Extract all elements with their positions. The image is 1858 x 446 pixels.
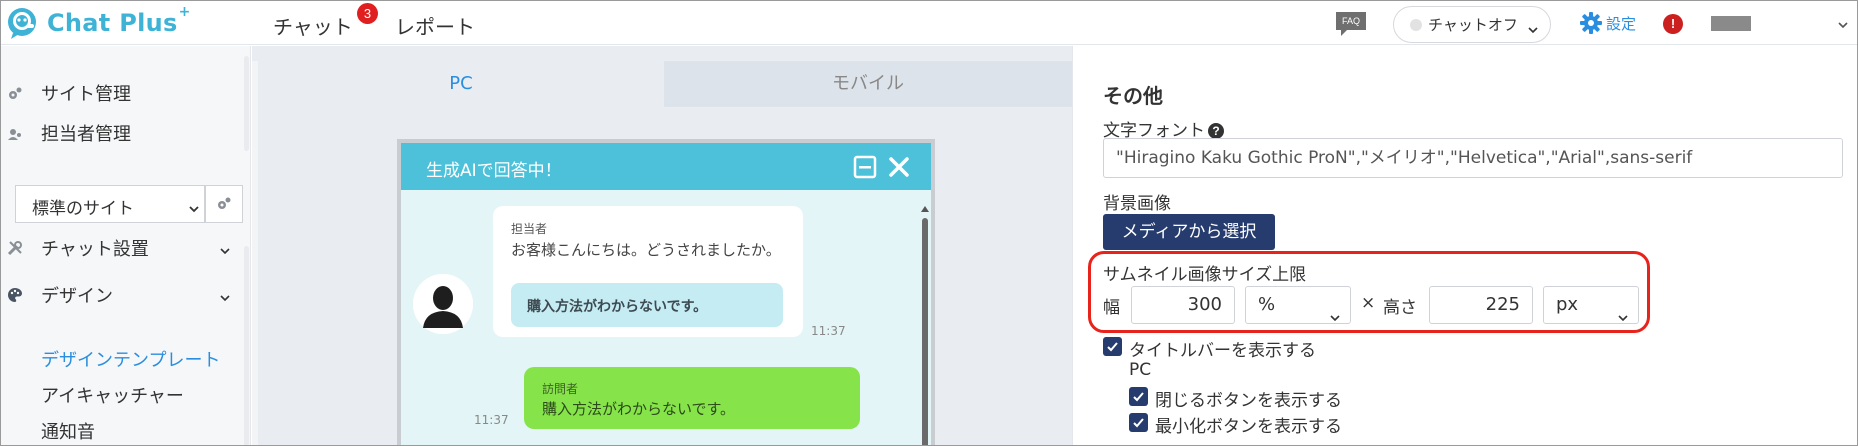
height-unit-value: px — [1556, 294, 1579, 315]
site-settings-button[interactable] — [205, 185, 243, 223]
settings-label: 設定 — [1606, 14, 1637, 33]
agent-name: 担当者 — [511, 222, 548, 236]
sidebar-item-chat-setup[interactable]: チャット設置 — [1, 231, 247, 265]
sidebar-item-site-manage[interactable]: サイト管理 — [1, 76, 247, 110]
top-header: Chat Plus + チャット 3 レポート FAQ チャットオフ 設定 ! — [1, 1, 1857, 45]
visitor-message-time: 11:37 — [474, 413, 509, 427]
section-title: その他 — [1103, 84, 1163, 108]
times-symbol: × — [1361, 293, 1376, 313]
preview-scrollbar[interactable] — [252, 61, 258, 445]
thumbnail-size-label: サムネイル画像サイズ上限 — [1103, 265, 1307, 285]
chevron-down-icon — [188, 200, 200, 213]
sidebar-subitem-eyecatcher[interactable]: アイキャッチャー — [41, 382, 184, 408]
tab-mobile[interactable]: モバイル — [664, 61, 1072, 107]
minimize-button-checkbox[interactable] — [1129, 413, 1148, 432]
widget-title: 生成AIで回答中！ — [426, 161, 562, 181]
widget-scrollbar[interactable] — [919, 202, 931, 445]
settings-panel: その他 文字フォント? "Hiragino Kaku Gothic ProN",… — [1072, 46, 1857, 445]
widget-titlebar: 生成AIで回答中！ — [401, 143, 931, 190]
site-select-value: 標準のサイト — [32, 199, 134, 219]
titlebar-checkbox[interactable] — [1103, 337, 1122, 356]
thumbnail-height-input[interactable]: 225 — [1429, 286, 1533, 324]
faq-icon[interactable]: FAQ — [1333, 10, 1369, 38]
logo-text: Chat Plus — [47, 9, 178, 37]
height-unit-select[interactable]: px — [1543, 286, 1639, 324]
user-name-redacted[interactable] — [1711, 16, 1751, 31]
select-media-button[interactable]: メディアから選択 — [1103, 214, 1275, 250]
sidebar-item-label: デザイン — [41, 286, 113, 307]
chatplus-logo[interactable]: Chat Plus + — [7, 4, 191, 39]
minimize-button-checkbox-label: 最小化ボタンを表示する — [1155, 417, 1342, 437]
width-unit-value: % — [1258, 294, 1276, 315]
minimize-icon[interactable] — [853, 155, 877, 179]
app-frame: Chat Plus + チャット 3 レポート FAQ チャットオフ 設定 ! … — [0, 0, 1858, 446]
status-dot-icon — [1410, 18, 1422, 31]
visitor-message-bubble: 訪問者 購入方法がわからないです。 — [524, 367, 860, 429]
users-icon — [7, 126, 23, 142]
widget-body: 担当者 お客様こんにちは。どうされましたか。 購入方法がわからないです。 11:… — [401, 190, 931, 445]
chevron-down-icon — [1528, 20, 1538, 34]
visitor-name: 訪問者 — [542, 382, 579, 396]
sidebar: サイト管理 担当者管理 標準のサイト チャット設置 デザイン デザインテンプレー… — [1, 46, 251, 445]
chat-status-label: チャットオフ — [1428, 16, 1518, 34]
chevron-down-icon — [1330, 300, 1340, 322]
tab-pc[interactable]: PC — [258, 61, 664, 107]
font-family-input[interactable]: "Hiragino Kaku Gothic ProN","メイリオ","Helv… — [1103, 138, 1843, 178]
chevron-down-icon[interactable] — [1837, 16, 1849, 29]
chevron-down-icon — [1618, 300, 1628, 322]
chat-count-badge: 3 — [357, 3, 378, 24]
sidebar-subitem-design-template[interactable]: デザインテンプレート — [41, 346, 220, 372]
chat-widget-preview: 生成AIで回答中！ 担当者 お客様こんにちは。どうされましたか。 購入方法がわか… — [397, 139, 935, 445]
site-select[interactable]: 標準のサイト — [15, 185, 205, 223]
agent-message: お客様こんにちは。どうされましたか。 — [511, 241, 781, 259]
close-button-checkbox[interactable] — [1129, 387, 1148, 406]
agent-message-bubble: 担当者 お客様こんにちは。どうされましたか。 購入方法がわからないです。 — [493, 206, 803, 337]
chevron-down-icon — [219, 289, 231, 302]
close-icon[interactable] — [887, 155, 911, 179]
gears-icon — [7, 86, 23, 102]
height-label: 高さ — [1383, 298, 1417, 318]
quick-reply-button[interactable]: 購入方法がわからないです。 — [511, 283, 783, 327]
visitor-message: 購入方法がわからないです。 — [542, 400, 736, 418]
sidebar-item-staff-manage[interactable]: 担当者管理 — [1, 116, 247, 150]
titlebar-checkbox-label: タイトルバーを表示する — [1129, 341, 1316, 361]
sidebar-item-label: 担当者管理 — [41, 124, 131, 145]
nav-report[interactable]: レポート — [395, 11, 475, 40]
palette-icon — [7, 287, 23, 303]
chevron-down-icon — [219, 242, 231, 255]
alert-icon[interactable]: ! — [1663, 14, 1683, 34]
settings-link[interactable]: 設定 — [1579, 11, 1636, 35]
logo-plus: + — [178, 4, 191, 20]
sidebar-item-label: サイト管理 — [41, 84, 131, 105]
width-unit-select[interactable]: % — [1245, 286, 1351, 324]
faq-text: FAQ — [1342, 16, 1360, 26]
thumbnail-width-input[interactable]: 300 — [1131, 286, 1235, 324]
gears-icon — [218, 197, 231, 209]
agent-message-time: 11:37 — [811, 324, 846, 338]
help-icon[interactable]: ? — [1208, 123, 1224, 139]
bg-image-label: 背景画像 — [1103, 194, 1171, 214]
width-label: 幅 — [1103, 298, 1120, 318]
device-tabs: PC モバイル — [258, 61, 1072, 107]
pc-label: PC — [1129, 360, 1152, 380]
sidebar-scrollbar[interactable] — [244, 246, 249, 445]
sidebar-subitem-notify-sound[interactable]: 通知音 — [41, 418, 95, 444]
gear-icon — [1580, 12, 1602, 34]
agent-avatar — [413, 274, 473, 334]
chatplus-logo-icon — [7, 7, 41, 39]
sidebar-item-label: チャット設置 — [41, 239, 149, 260]
sidebar-item-design[interactable]: デザイン — [1, 278, 247, 312]
close-button-checkbox-label: 閉じるボタンを表示する — [1155, 391, 1342, 411]
nav-chat[interactable]: チャット — [273, 11, 353, 40]
tools-icon — [7, 240, 23, 256]
preview-area: PC モバイル 生成AIで回答中！ 担当者 お客様こんにちは。どうされましたか。… — [252, 46, 1072, 445]
chat-status-select[interactable]: チャットオフ — [1393, 6, 1551, 43]
quick-reply-label: 購入方法がわからないです。 — [527, 299, 708, 315]
